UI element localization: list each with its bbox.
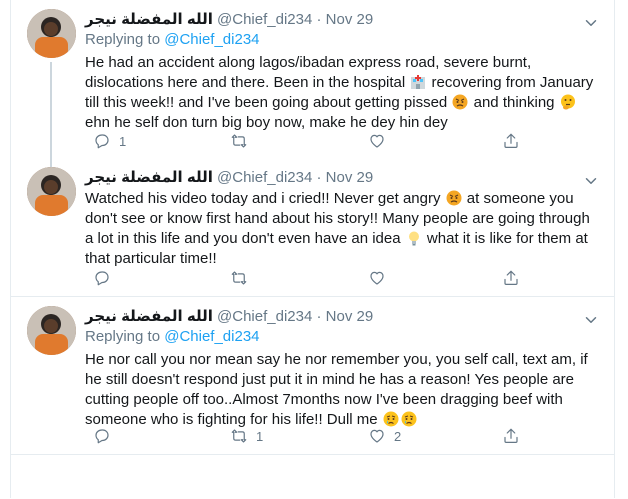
hospital-emoji-icon bbox=[411, 75, 426, 89]
avatar[interactable] bbox=[27, 9, 76, 58]
tweet-header: الله المفضلة نيجر @Chief_di234 · Nov 29 bbox=[85, 168, 600, 188]
avatar[interactable] bbox=[27, 306, 76, 355]
share-button[interactable] bbox=[502, 427, 520, 445]
replying-to: Replying to @Chief_di234 bbox=[85, 327, 600, 347]
tweet-text-part: and thinking bbox=[469, 94, 559, 111]
share-button[interactable] bbox=[502, 269, 520, 287]
tweet-text: Watched his video today and i cried!! Ne… bbox=[85, 189, 600, 269]
replying-prefix: Replying to bbox=[85, 328, 165, 345]
tweet-text-part: ehn he self don turn big boy now, make h… bbox=[85, 114, 448, 131]
replying-to: Replying to @Chief_di234 bbox=[85, 30, 600, 50]
crying-face-emoji-icon bbox=[401, 411, 417, 427]
thread-line bbox=[50, 62, 52, 158]
heart-icon bbox=[370, 271, 384, 285]
user-handle[interactable]: @Chief_di234 bbox=[217, 308, 312, 325]
like-count: 2 bbox=[394, 428, 402, 444]
replying-prefix: Replying to bbox=[85, 31, 165, 48]
display-name[interactable]: الله المفضلة نيجر bbox=[85, 169, 213, 186]
chevron-down-icon[interactable] bbox=[582, 172, 600, 190]
reply-icon bbox=[95, 429, 109, 444]
heart-icon bbox=[370, 134, 384, 148]
angry-face-emoji-icon bbox=[446, 190, 462, 206]
tweet-actions: 1 bbox=[85, 132, 600, 152]
tweet-date[interactable]: Nov 29 bbox=[326, 308, 374, 325]
light-bulb-emoji-icon bbox=[408, 231, 419, 246]
separator-dot: · bbox=[316, 11, 322, 28]
retweet-button[interactable] bbox=[230, 132, 256, 150]
tweet-date[interactable]: Nov 29 bbox=[326, 169, 374, 186]
separator-dot: · bbox=[316, 308, 322, 325]
retweet-icon bbox=[231, 271, 247, 285]
heart-icon bbox=[370, 429, 384, 443]
tweet-date[interactable]: Nov 29 bbox=[326, 11, 374, 28]
share-button[interactable] bbox=[502, 132, 520, 150]
tweet-actions: 1 2 bbox=[85, 427, 600, 447]
tweet-text-part: Watched his video today and i cried!! Ne… bbox=[85, 190, 445, 207]
timeline-column: الله المفضلة نيجر @Chief_di234 · Nov 29 … bbox=[10, 0, 615, 498]
tweet-text: He had an accident along lagos/ibadan ex… bbox=[85, 53, 600, 133]
retweet-icon bbox=[231, 134, 247, 148]
avatar[interactable] bbox=[27, 167, 76, 216]
tweet-header: الله المفضلة نيجر @Chief_di234 · Nov 29 bbox=[85, 10, 600, 30]
reply-count: 1 bbox=[119, 133, 127, 149]
tweet-header: الله المفضلة نيجر @Chief_di234 · Nov 29 bbox=[85, 307, 600, 327]
retweet-icon bbox=[231, 429, 247, 443]
next-tweet-placeholder bbox=[11, 454, 614, 499]
retweet-button[interactable] bbox=[230, 269, 256, 287]
display-name[interactable]: الله المفضلة نيجر bbox=[85, 11, 213, 28]
tweet-actions bbox=[85, 269, 600, 289]
like-button[interactable]: 2 bbox=[368, 427, 401, 445]
chevron-down-icon[interactable] bbox=[582, 14, 600, 32]
reply-button[interactable]: 1 bbox=[93, 132, 126, 150]
share-icon bbox=[504, 270, 518, 285]
reply-icon bbox=[95, 134, 109, 149]
replying-handle-link[interactable]: @Chief_di234 bbox=[164, 31, 259, 48]
user-handle[interactable]: @Chief_di234 bbox=[217, 11, 312, 28]
tweet-text-part: He nor call you nor mean say he nor reme… bbox=[85, 351, 588, 428]
retweet-button[interactable]: 1 bbox=[230, 427, 263, 445]
thread-line bbox=[50, 158, 52, 167]
like-button[interactable] bbox=[368, 269, 394, 287]
tweet-3[interactable]: الله المفضلة نيجر @Chief_di234 · Nov 29 … bbox=[11, 297, 614, 455]
angry-face-emoji-icon bbox=[452, 94, 468, 110]
tweet-text: He nor call you nor mean say he nor reme… bbox=[85, 350, 600, 430]
display-name[interactable]: الله المفضلة نيجر bbox=[85, 308, 213, 325]
replying-handle-link[interactable]: @Chief_di234 bbox=[164, 328, 259, 345]
share-icon bbox=[504, 428, 518, 443]
retweet-count: 1 bbox=[256, 428, 264, 444]
tweet-1[interactable]: الله المفضلة نيجر @Chief_di234 · Nov 29 … bbox=[11, 0, 614, 158]
crying-face-emoji-icon bbox=[383, 411, 399, 427]
chevron-down-icon[interactable] bbox=[582, 311, 600, 329]
like-button[interactable] bbox=[368, 132, 394, 150]
reply-button[interactable] bbox=[93, 269, 119, 287]
user-handle[interactable]: @Chief_di234 bbox=[217, 169, 312, 186]
tweet-2[interactable]: الله المفضلة نيجر @Chief_di234 · Nov 29 … bbox=[11, 158, 614, 297]
share-icon bbox=[504, 133, 518, 148]
thinking-face-emoji-icon bbox=[560, 94, 575, 110]
separator-dot: · bbox=[316, 169, 322, 186]
reply-icon bbox=[95, 271, 109, 286]
reply-button[interactable] bbox=[93, 427, 119, 445]
